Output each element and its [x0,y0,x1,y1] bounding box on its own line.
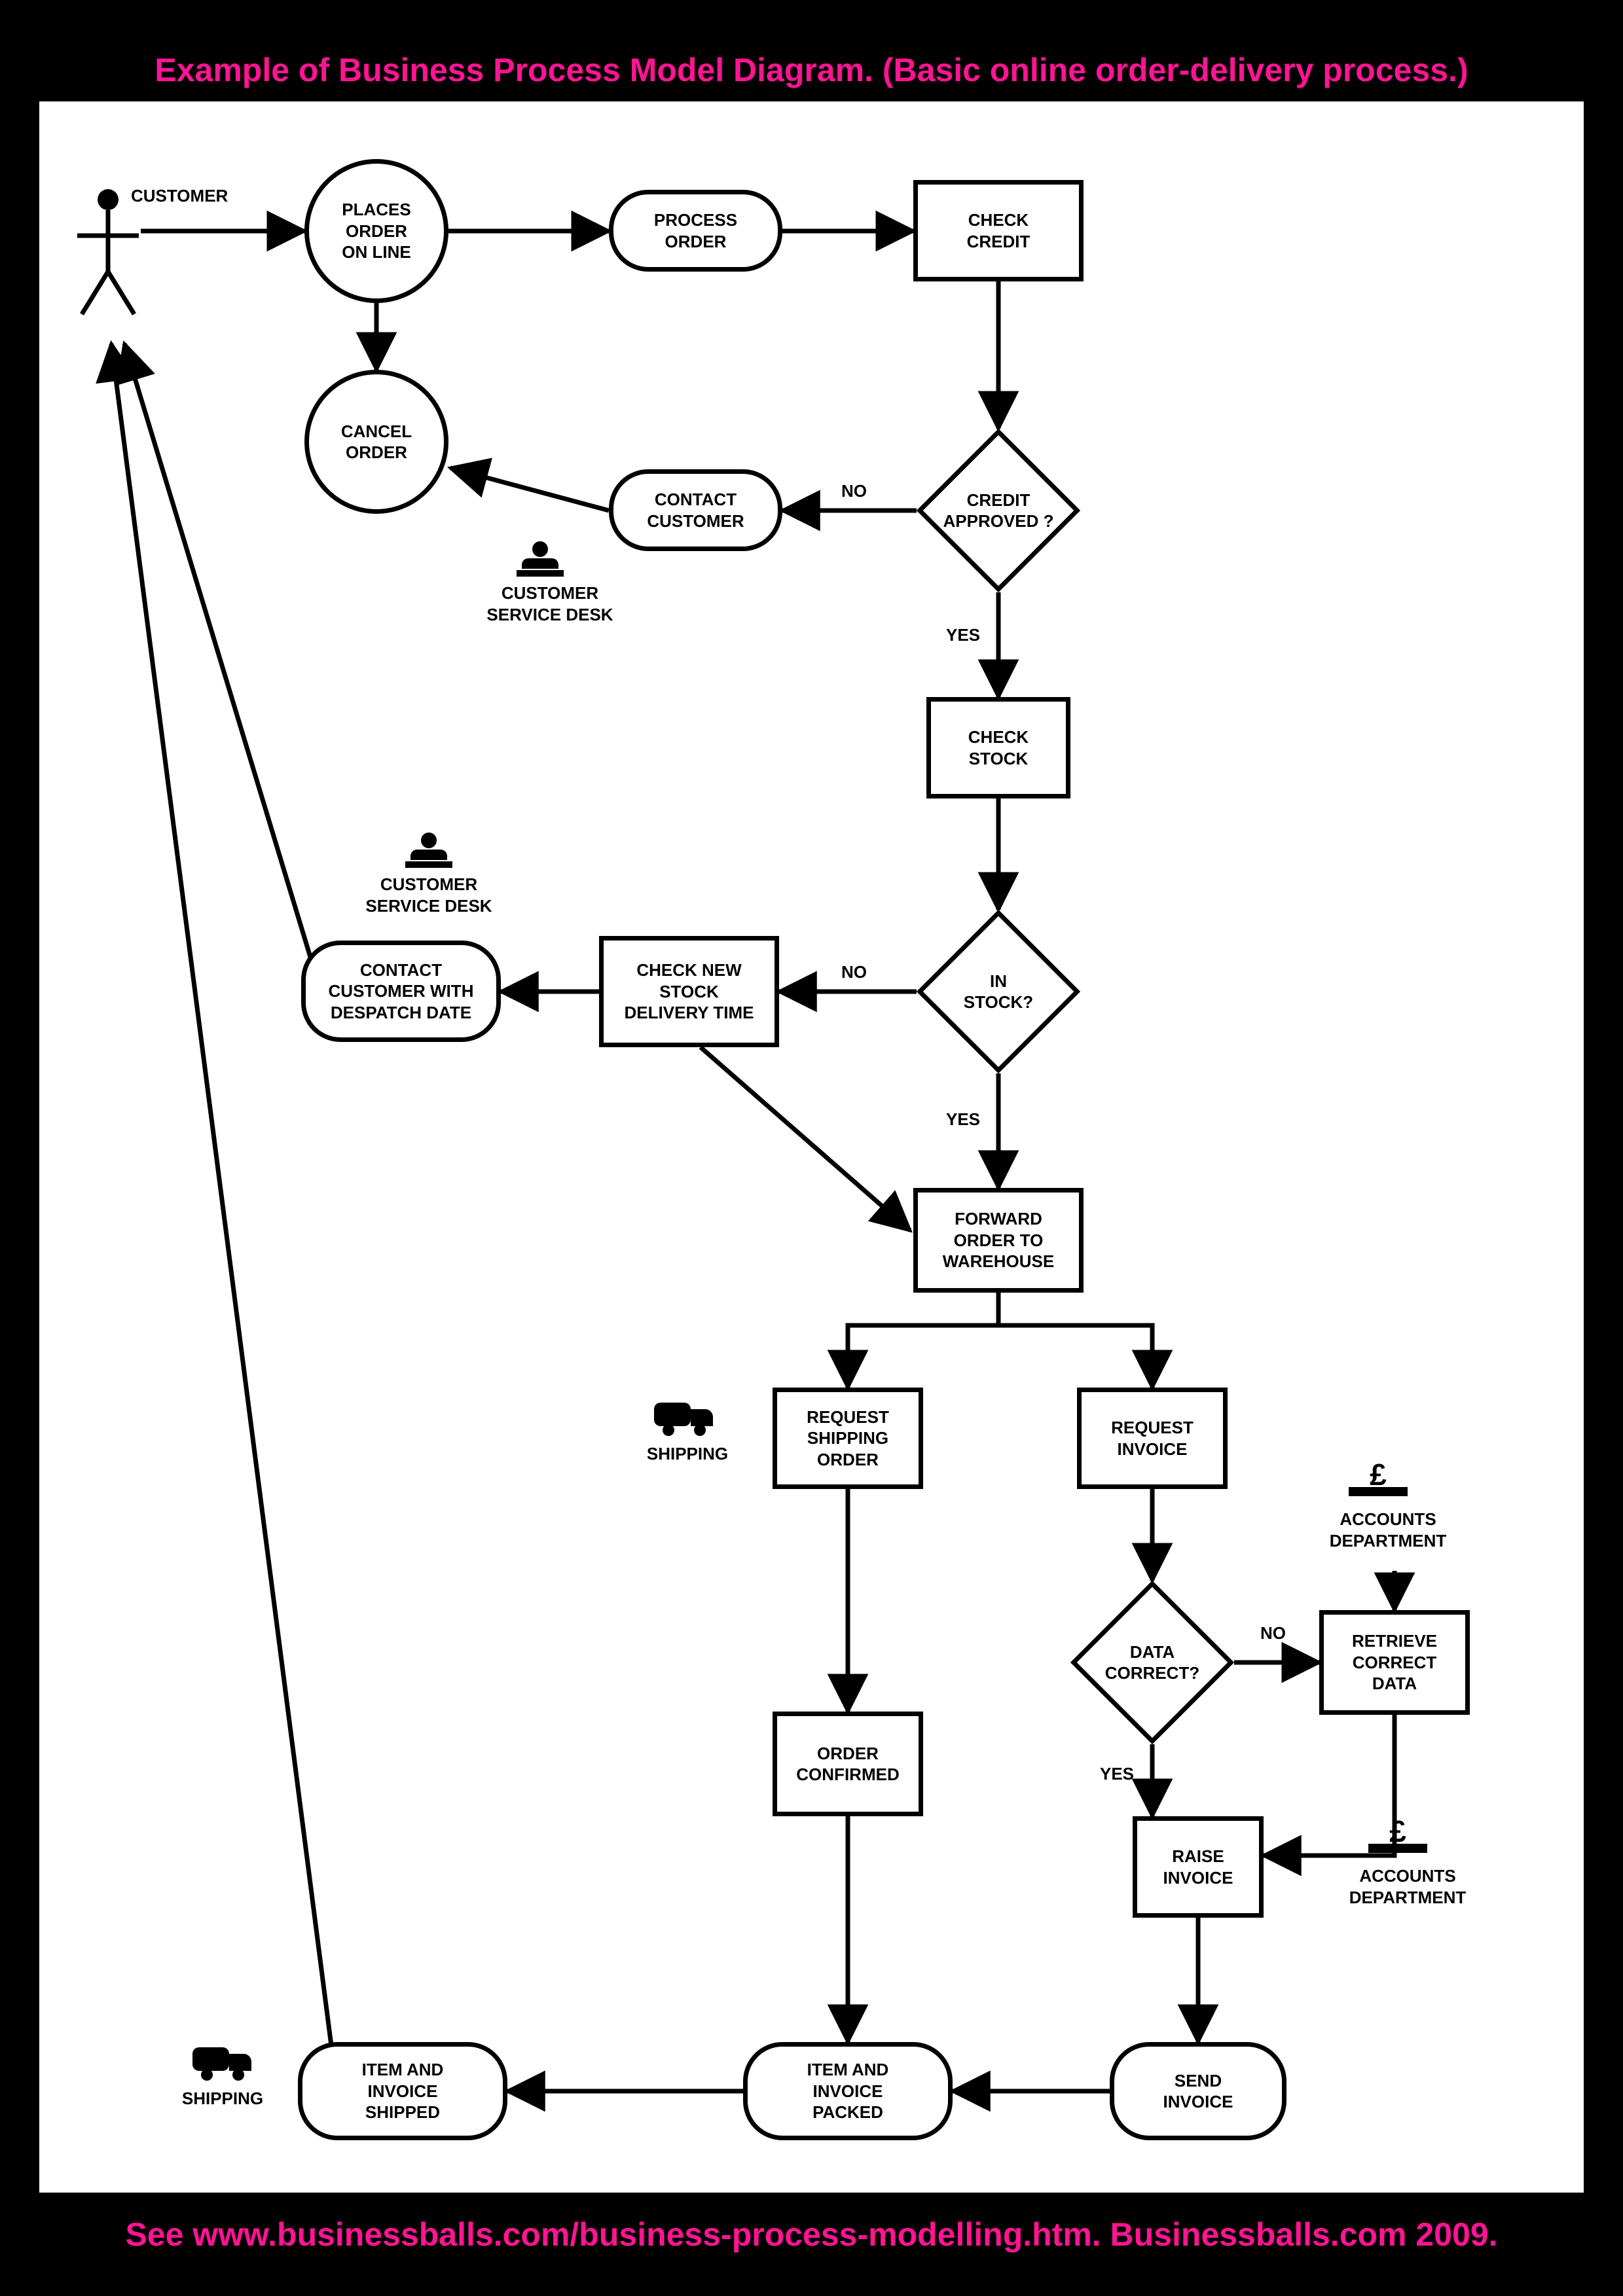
node-label: SEND INVOICE [1159,2066,1237,2117]
node-label: CREDIT APPROVED ? [917,429,1080,592]
accounts-department-label-2: ACCOUNTS DEPARTMENT [1339,1865,1476,1908]
node-label: CONTACT CUSTOMER [643,485,748,535]
node-data-correct: DATA CORRECT? [1070,1581,1234,1744]
edge-label-no-3: NO [1260,1623,1286,1643]
node-credit-approved: CREDIT APPROVED ? [917,429,1080,592]
shipping-label: SHIPPING [645,1443,730,1465]
node-forward-order: FORWARD ORDER TO WAREHOUSE [913,1188,1084,1293]
edge-label-yes-2: YES [946,1109,980,1130]
node-check-credit: CHECK CREDIT [913,180,1084,281]
node-contact-customer-despatch: CONTACT CUSTOMER WITH DESPATCH DATE [301,941,501,1042]
node-raise-invoice: RAISE INVOICE [1133,1816,1264,1918]
page-title: Example of Business Process Model Diagra… [0,51,1623,89]
edge-label-yes-3: YES [1100,1764,1134,1784]
node-request-invoice: REQUEST INVOICE [1077,1388,1228,1489]
customer-service-desk-label-2: CUSTOMER SERVICE DESK [360,874,498,916]
node-label: RAISE INVOICE [1159,1842,1237,1892]
node-order-confirmed: ORDER CONFIRMED [773,1712,923,1816]
customer-service-desk-icon-2 [403,831,455,874]
node-contact-customer: CONTACT CUSTOMER [609,469,782,551]
node-label: CANCEL ORDER [337,417,416,467]
edge-label-yes: YES [946,625,980,645]
pound-icon: £ [1349,1460,1408,1496]
node-label: RETRIEVE CORRECT DATA [1348,1626,1441,1698]
node-label: ITEM AND INVOICE SHIPPED [358,2055,448,2127]
diagram-canvas: CUSTOMER PLACES ORDER ON LINE PROCESS OR… [39,101,1584,2193]
node-label: IN STOCK? [917,910,1080,1073]
node-request-shipping: REQUEST SHIPPING ORDER [773,1388,923,1489]
node-label: ITEM AND INVOICE PACKED [803,2055,893,2127]
edge-label-no-2: NO [841,962,867,982]
node-check-new-stock: CHECK NEW STOCK DELIVERY TIME [599,936,779,1047]
node-label: CHECK STOCK [964,723,1032,773]
node-send-invoice: SEND INVOICE [1110,2042,1286,2140]
node-cancel-order: CANCEL ORDER [304,370,448,514]
accounts-department-label: ACCOUNTS DEPARTMENT [1319,1509,1457,1551]
node-label: REQUEST SHIPPING ORDER [803,1403,893,1475]
node-item-invoice-packed: ITEM AND INVOICE PACKED [743,2042,953,2140]
node-places-order: PLACES ORDER ON LINE [304,159,448,303]
node-label: ORDER CONFIRMED [792,1739,903,1789]
shipping-label-2: SHIPPING [180,2088,265,2109]
shipping-icon [651,1397,717,1441]
node-item-invoice-shipped: ITEM AND INVOICE SHIPPED [298,2042,507,2140]
pound-symbol: £ [1349,1460,1408,1490]
customer-service-desk-label: CUSTOMER SERVICE DESK [481,583,619,625]
page-footer: See www.businessballs.com/business-proce… [0,2215,1623,2253]
node-in-stock: IN STOCK? [917,910,1080,1073]
customer-label: CUSTOMER [131,185,228,207]
shipping-icon-2 [190,2042,255,2086]
node-process-order: PROCESS ORDER [609,190,782,272]
node-label: PLACES ORDER ON LINE [338,195,414,267]
node-label: CONTACT CUSTOMER WITH DESPATCH DATE [325,956,478,1028]
pound-symbol: £ [1368,1816,1427,1846]
node-label: CHECK CREDIT [963,206,1034,256]
pound-icon-2: £ [1368,1816,1427,1853]
node-label: REQUEST INVOICE [1107,1413,1197,1463]
node-label: FORWARD ORDER TO WAREHOUSE [939,1204,1058,1276]
node-check-stock: CHECK STOCK [926,697,1070,798]
node-label: PROCESS ORDER [650,206,741,256]
node-retrieve-data: RETRIEVE CORRECT DATA [1319,1610,1470,1715]
node-label: DATA CORRECT? [1070,1581,1234,1744]
node-label: CHECK NEW STOCK DELIVERY TIME [621,956,758,1028]
edge-label-no: NO [841,481,867,501]
customer-service-desk-icon [514,540,566,583]
